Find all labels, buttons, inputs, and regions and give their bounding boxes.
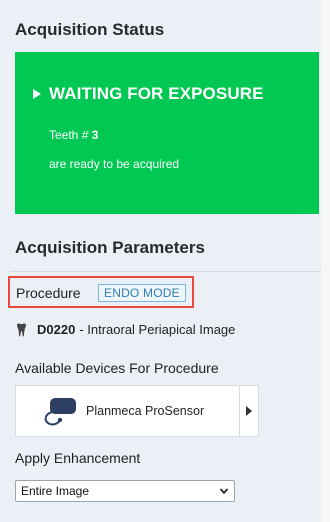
chevron-right-icon [246,406,252,416]
teeth-line: Teeth # 3 [49,128,98,142]
section-divider [10,271,321,272]
chevron-down-icon [219,488,229,495]
procedure-highlight-box: Procedure ENDO MODE [8,276,194,308]
status-message-text: WAITING FOR EXPOSURE [49,84,264,103]
procedure-code: D0220 [37,322,76,337]
status-message: WAITING FOR EXPOSURE [33,84,264,104]
acquisition-parameters-title: Acquisition Parameters [15,238,205,257]
ready-text: are ready to be acquired [49,157,180,171]
device-next-button[interactable] [239,386,258,436]
acquisition-status-box: WAITING FOR EXPOSURE Teeth # 3 are ready… [15,52,319,214]
tooth-icon [17,323,26,336]
procedure-description: - Intraoral Periapical Image [79,322,236,337]
procedure-label: Procedure [16,285,81,301]
endo-mode-badge: ENDO MODE [98,284,186,302]
acquisition-panel: Acquisition Status WAITING FOR EXPOSURE … [0,0,322,522]
sensor-icon [44,398,76,426]
procedure-code-row: D0220 - Intraoral Periapical Image [16,322,235,337]
teeth-number: 3 [91,128,99,142]
scrollbar-track[interactable] [321,0,330,522]
play-icon [33,89,41,99]
device-name: Planmeca ProSensor [86,404,205,418]
device-select[interactable]: Planmeca ProSensor [16,386,240,436]
enhancement-select[interactable]: Entire Image [15,480,235,502]
apply-enhancement-title: Apply Enhancement [15,450,141,466]
acquisition-status-title: Acquisition Status [15,20,165,39]
available-devices-title: Available Devices For Procedure [15,360,219,376]
enhancement-select-value: Entire Image [21,484,90,498]
device-card[interactable]: Planmeca ProSensor [15,385,259,437]
teeth-label: Teeth # [49,128,92,142]
